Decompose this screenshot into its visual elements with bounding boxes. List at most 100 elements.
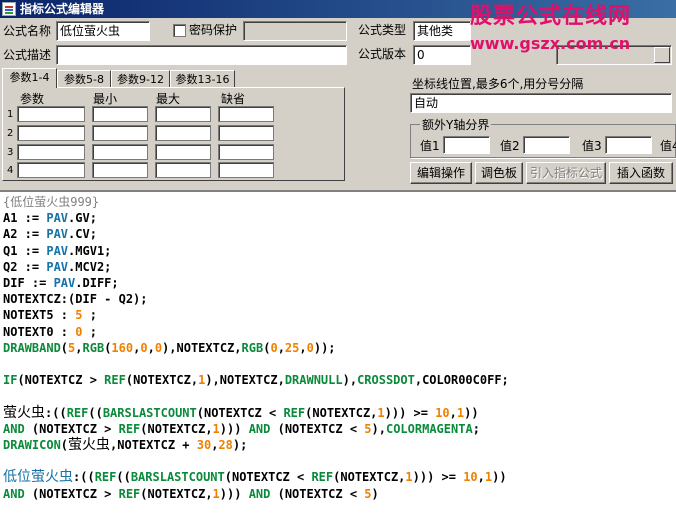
formula-type-select[interactable]: 其他类 xyxy=(413,21,471,41)
code-token: ; xyxy=(82,324,97,339)
param-default-input[interactable] xyxy=(218,144,274,160)
code-token: PAV xyxy=(46,243,69,258)
formula-desc-input[interactable] xyxy=(56,45,347,65)
param-row-number: 2 xyxy=(7,128,14,139)
password-input[interactable] xyxy=(243,21,347,41)
code-token: 10 xyxy=(463,470,478,485)
code-token: 10 xyxy=(435,405,450,420)
code-token: AND xyxy=(248,421,271,436)
tab-params-9-12[interactable]: 参数9-12 xyxy=(111,70,170,88)
tab-params-13-16[interactable]: 参数13-16 xyxy=(170,70,235,88)
code-token: (NOTEXTCZ < xyxy=(270,486,365,501)
code-token: PAV xyxy=(46,211,69,226)
code-token: 1 xyxy=(212,486,220,501)
code-line: DIF := PAV.DIFF; xyxy=(3,275,119,291)
code-token: BARSLASTCOUNT xyxy=(130,470,225,485)
code-line: NOTEXT0 : 0 ; xyxy=(3,324,97,340)
code-token: (NOTEXTCZ > xyxy=(24,486,119,501)
code-token: , xyxy=(75,340,83,355)
code-token: (( xyxy=(116,470,131,485)
tab-params-5-8[interactable]: 参数5-8 xyxy=(57,70,111,88)
watermark-url: www.gszx.com.cn xyxy=(470,34,631,53)
code-token: .MCV2; xyxy=(68,259,112,274)
code-token: (NOTEXTCZ, xyxy=(333,470,406,485)
app-icon xyxy=(2,2,16,16)
code-token: 低位萤火虫 xyxy=(3,469,73,486)
code-token: ,COLOR00C0FF; xyxy=(414,373,509,388)
code-token: 5 xyxy=(364,486,372,501)
code-line: Q1 := PAV.MGV1; xyxy=(3,243,111,259)
code-line: A1 := PAV.GV; xyxy=(3,210,97,226)
palette-button[interactable]: 调色板 xyxy=(475,162,523,184)
param-name-input[interactable] xyxy=(17,144,85,160)
param-max-input[interactable] xyxy=(155,125,211,141)
param-max-input[interactable] xyxy=(155,106,211,122)
code-token: )) xyxy=(492,470,507,485)
code-token: A1 := xyxy=(3,211,47,226)
code-token: ),NOTEXTCZ, xyxy=(205,373,285,388)
code-token: , xyxy=(277,340,285,355)
param-header-default: 缺省 xyxy=(221,92,246,106)
code-line: NOTEXTCZ:(DIF - Q2); xyxy=(3,291,148,307)
y-value-2-input[interactable] xyxy=(523,136,570,154)
param-default-input[interactable] xyxy=(218,162,274,178)
code-token: 30 xyxy=(196,438,212,452)
param-max-input[interactable] xyxy=(155,162,211,178)
code-token: 1 xyxy=(405,470,413,485)
code-token: 1 xyxy=(377,405,385,420)
insert-function-button[interactable]: 插入函数 xyxy=(609,162,673,184)
code-token: COLORMAGENTA xyxy=(385,421,473,436)
code-token: DIF := xyxy=(3,276,54,290)
edit-operations-button[interactable]: 编辑操作 xyxy=(410,162,472,184)
param-default-input[interactable] xyxy=(218,125,274,141)
code-token: PAV xyxy=(46,227,69,242)
param-row-number: 1 xyxy=(7,109,14,120)
param-min-input[interactable] xyxy=(92,125,148,141)
param-header-max: 最大 xyxy=(156,92,181,106)
param-header-min: 最小 xyxy=(93,92,118,106)
param-name-input[interactable] xyxy=(17,162,85,178)
code-token: , xyxy=(449,405,457,420)
formula-version-input[interactable]: 0 xyxy=(413,45,471,65)
code-token: REF xyxy=(311,470,334,485)
code-token: 萤火虫 xyxy=(68,437,111,453)
code-token: Q2 := xyxy=(3,259,47,274)
code-editor[interactable]: {低位萤火虫999} A1 := PAV.GV; A2 := PAV.CV; Q1 :… xyxy=(0,190,676,516)
code-token: .DIFF; xyxy=(75,276,119,290)
import-formula-button[interactable]: 引入指标公式 xyxy=(526,162,606,184)
y-value-4-label: 值4 xyxy=(660,139,676,153)
code-token: PAV xyxy=(53,276,76,290)
code-token: A2 := xyxy=(3,227,47,242)
code-line: A2 := PAV.CV; xyxy=(3,226,97,242)
code-token: (( xyxy=(88,405,103,420)
tab-params-1-4[interactable]: 参数1-4 xyxy=(2,68,57,88)
param-default-input[interactable] xyxy=(218,106,274,122)
code-token: Q1 := xyxy=(3,243,47,258)
code-token: ( xyxy=(60,438,69,452)
y-value-2-label: 值2 xyxy=(500,139,520,153)
extra-y-axis-label: 额外Y轴分界 xyxy=(420,117,492,133)
code-token: REF xyxy=(283,405,306,420)
param-min-input[interactable] xyxy=(92,106,148,122)
code-token: {低位萤火虫999} xyxy=(3,195,100,209)
param-max-input[interactable] xyxy=(155,144,211,160)
axis-lines-input[interactable]: 自动 xyxy=(410,93,672,113)
password-checkbox[interactable] xyxy=(173,24,186,37)
code-token: (NOTEXTCZ > xyxy=(24,421,119,436)
code-token: REF xyxy=(118,486,141,501)
y-value-1-input[interactable] xyxy=(443,136,490,154)
code-line: AND (NOTEXTCZ > REF(NOTEXTCZ,1))) AND (N… xyxy=(3,486,379,502)
code-token: BARSLASTCOUNT xyxy=(102,405,197,420)
param-name-input[interactable] xyxy=(17,125,85,141)
param-min-input[interactable] xyxy=(92,162,148,178)
code-token: ; xyxy=(82,308,97,323)
param-header-name: 参数 xyxy=(20,92,45,106)
code-token: ); xyxy=(232,438,248,452)
code-line: {低位萤火虫999} xyxy=(3,194,99,210)
code-token: ))) >= xyxy=(412,470,464,485)
code-token: DRAWNULL xyxy=(284,373,343,388)
param-name-input[interactable] xyxy=(17,106,85,122)
param-min-input[interactable] xyxy=(92,144,148,160)
formula-name-input[interactable]: 低位萤火虫 xyxy=(56,21,150,41)
y-value-3-input[interactable] xyxy=(605,136,652,154)
